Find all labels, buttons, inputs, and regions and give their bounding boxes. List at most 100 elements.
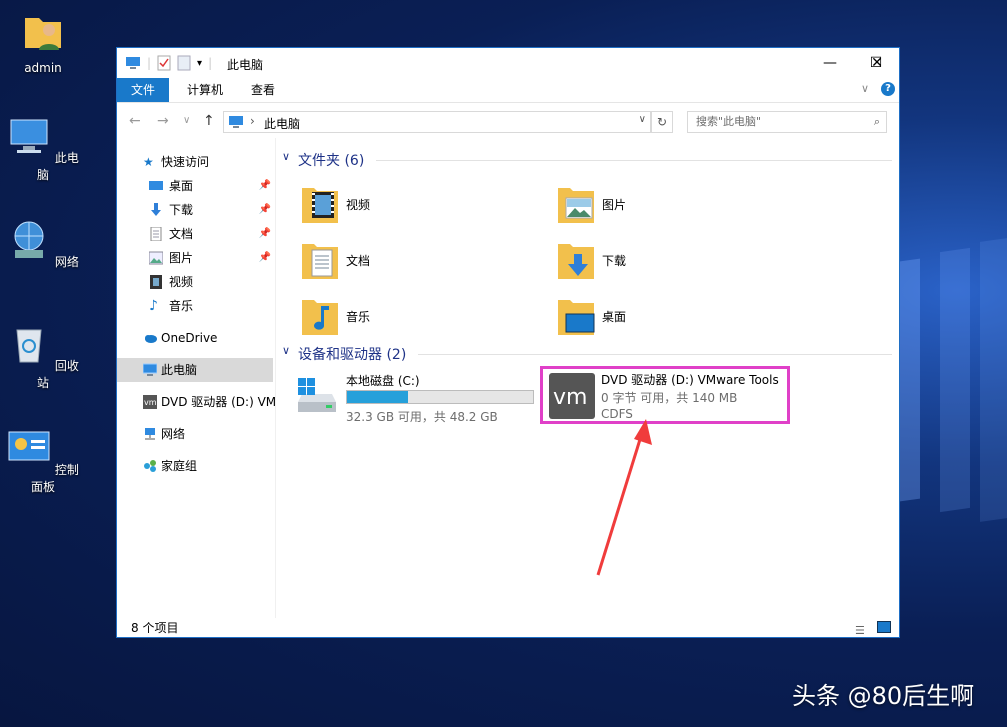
svg-text:vm: vm [144, 398, 157, 407]
star-icon: ★ [143, 150, 157, 164]
nav-item-onedrive[interactable]: OneDrive [117, 326, 275, 350]
desktop-icon-this-pc[interactable]: 此电脑 [3, 114, 83, 183]
status-bar: 8 个项目 ☰ [117, 618, 899, 638]
computer-icon [143, 363, 157, 377]
computer-icon [7, 114, 51, 158]
document-icon [149, 227, 163, 241]
nav-quick-access[interactable]: ★ 快速访问 [117, 150, 275, 174]
folder-downloads[interactable]: 下载 [556, 238, 796, 288]
vmware-logo-text: vm [553, 385, 587, 410]
drive-c-usage-fill [347, 391, 408, 403]
download-folder-icon [556, 238, 596, 282]
breadcrumb-chevron-icon[interactable]: › [250, 114, 255, 128]
quick-access-toolbar: | ▾ | [125, 55, 212, 71]
watermark: 头条 @80后生啊 [792, 676, 974, 711]
expand-ribbon-icon[interactable]: ∨ [861, 82, 869, 95]
address-bar[interactable]: › 此电脑 ∨ [223, 111, 651, 133]
nav-item-downloads[interactable]: 下载 📌 [117, 198, 275, 222]
desktop-icon-recycle-bin[interactable]: 回收站 [3, 322, 83, 391]
breadcrumb[interactable]: 此电脑 [264, 115, 300, 132]
network-icon [143, 427, 157, 441]
devices-group-header[interactable]: 设备和驱动器 (2) [298, 344, 406, 364]
pin-icon[interactable]: 📌 [259, 222, 271, 246]
properties-icon[interactable] [157, 55, 171, 71]
user-folder-icon [21, 10, 65, 54]
nav-item-documents[interactable]: 文档 📌 [117, 222, 275, 246]
new-folder-icon[interactable] [177, 55, 191, 71]
drive-c-usage-bar [346, 390, 534, 404]
recent-locations-icon[interactable]: ∨ [183, 115, 190, 126]
desktop-icon [149, 179, 163, 193]
nav-item-videos[interactable]: 视频 [117, 270, 275, 294]
nav-item-desktop[interactable]: 桌面 📌 [117, 174, 275, 198]
close-button[interactable]: ✕ [854, 48, 900, 78]
folder-videos[interactable]: 视频 [300, 182, 540, 232]
local-disk-icon [294, 378, 340, 418]
folder-documents[interactable]: 文档 [300, 238, 540, 288]
search-placeholder: 搜索"此电脑" [696, 115, 761, 128]
video-folder-icon [300, 182, 340, 226]
ribbon-tabs: 文件 计算机 查看 ∨ ? [117, 78, 899, 103]
tab-computer[interactable]: 计算机 [173, 78, 237, 102]
control-panel-icon [7, 426, 51, 470]
picture-folder-icon [556, 182, 596, 226]
drive-c-name: 本地磁盘 (C:) [346, 372, 420, 389]
back-arrow-icon[interactable]: ← [129, 113, 141, 129]
collapse-group-icon[interactable]: ∨ [282, 344, 290, 357]
desktop-icon-network[interactable]: 网络 [3, 218, 83, 270]
nav-item-music[interactable]: ♪ 音乐 [117, 294, 275, 318]
drive-c[interactable]: 本地磁盘 (C:) 32.3 GB 可用，共 48.2 GB [294, 372, 544, 428]
folder-pictures[interactable]: 图片 [556, 182, 796, 232]
tab-file[interactable]: 文件 [117, 78, 169, 102]
separator: | [208, 56, 212, 70]
nav-item-pictures[interactable]: 图片 📌 [117, 246, 275, 270]
collapse-group-icon[interactable]: ∨ [282, 150, 290, 163]
network-globe-icon [7, 218, 51, 262]
drive-d-name: DVD 驱动器 (D:) VMware Tools [601, 371, 779, 388]
nav-item-this-pc[interactable]: 此电脑 [117, 358, 273, 382]
customize-qat-icon[interactable]: ▾ [197, 58, 202, 69]
drive-c-space: 32.3 GB 可用，共 48.2 GB [346, 408, 498, 425]
music-folder-icon [300, 294, 340, 338]
vmware-drive-icon: vm [143, 395, 157, 409]
vmware-logo-icon: vm [549, 373, 595, 419]
music-icon: ♪ [149, 294, 163, 308]
title-bar: | ▾ | 此电脑 — ☐ ✕ [117, 48, 899, 78]
pin-icon[interactable]: 📌 [259, 198, 271, 222]
desktop-icon-control-panel[interactable]: 控制面板 [3, 426, 83, 495]
desktop-icon-label: 网络 [55, 255, 79, 269]
item-count: 8 个项目 [131, 618, 178, 638]
search-icon[interactable]: ⌕ [874, 112, 880, 132]
computer-icon [228, 115, 244, 129]
nav-item-homegroup[interactable]: 家庭组 [117, 454, 275, 478]
pin-icon[interactable]: 📌 [259, 174, 271, 198]
tab-view[interactable]: 查看 [237, 78, 289, 102]
search-input[interactable]: 搜索"此电脑" ⌕ [687, 111, 887, 133]
computer-icon [125, 56, 141, 70]
download-icon [149, 203, 163, 217]
minimize-button[interactable]: — [807, 48, 853, 78]
folder-music[interactable]: 音乐 [300, 294, 540, 344]
window-title: 此电脑 [227, 56, 263, 73]
forward-arrow-icon[interactable]: → [157, 113, 169, 129]
group-divider [418, 354, 892, 355]
drive-d-space: 0 字节 可用，共 140 MB [601, 389, 737, 406]
address-dropdown-icon[interactable]: ∨ [639, 114, 646, 125]
up-arrow-icon[interactable]: ↑ [203, 113, 215, 129]
pin-icon[interactable]: 📌 [259, 246, 271, 270]
folder-desktop[interactable]: 桌面 [556, 294, 796, 344]
large-icons-view-icon[interactable] [877, 621, 891, 633]
nav-item-network[interactable]: 网络 [117, 422, 275, 446]
refresh-icon[interactable]: ↻ [651, 111, 673, 133]
desktop-icon-admin[interactable]: admin [3, 10, 83, 75]
nav-item-dvd-drive[interactable]: vm DVD 驱动器 (D:) VM [117, 390, 275, 414]
address-row: ← → ∨ ↑ › 此电脑 ∨ ↻ 搜索"此电脑" ⌕ [117, 103, 899, 139]
drive-d-highlight[interactable]: vm DVD 驱动器 (D:) VMware Tools 0 字节 可用，共 1… [540, 366, 790, 424]
group-divider [376, 160, 892, 161]
details-view-icon[interactable]: ☰ [855, 621, 865, 641]
desktop-folder-icon [556, 294, 596, 338]
help-icon[interactable]: ? [881, 82, 895, 96]
folders-group-header[interactable]: 文件夹 (6) [298, 150, 364, 170]
content-area: ∨ 文件夹 (6) 视频 图片 文档 下载 音乐 桌面 ∨ 设备和驱动器 (2) [276, 138, 900, 618]
desktop-icon-label: admin [24, 61, 62, 75]
